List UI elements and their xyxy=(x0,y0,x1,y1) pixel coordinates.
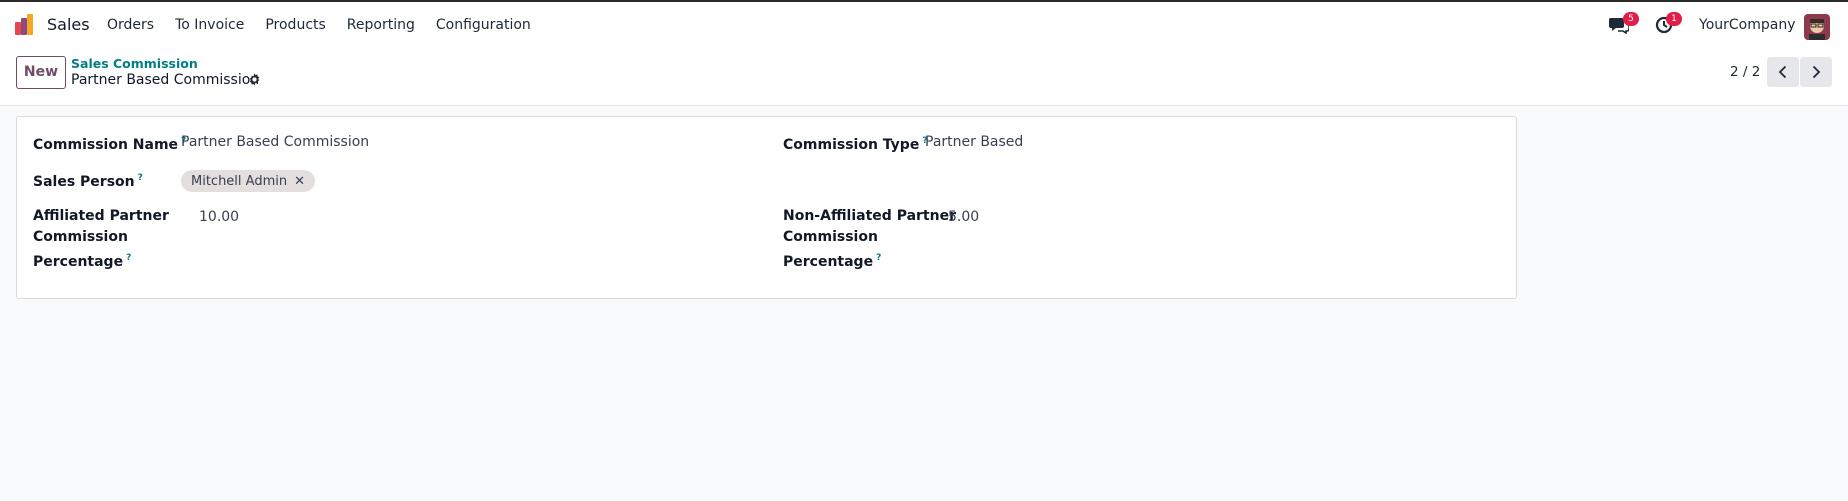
affiliated-commission-field[interactable]: 10.00 xyxy=(199,209,239,225)
new-button[interactable]: New xyxy=(16,56,66,89)
control-panel: New Sales Commission Partner Based Commi… xyxy=(0,48,1848,106)
main-menu: Orders To Invoice Products Reporting Con… xyxy=(107,17,552,33)
pager-value[interactable]: 2 / 2 xyxy=(1730,64,1760,80)
pager-next-button[interactable] xyxy=(1800,57,1832,87)
help-icon[interactable]: ? xyxy=(126,253,131,263)
top-navbar: Sales Orders To Invoice Products Reporti… xyxy=(0,2,1848,48)
form-sheet: Commission Name? Partner Based Commissio… xyxy=(16,116,1517,299)
breadcrumb-current-record: Partner Based Commission xyxy=(71,72,260,88)
sales-app-icon[interactable] xyxy=(14,13,38,37)
commission-type-label: Commission Type? xyxy=(783,136,928,153)
menu-products[interactable]: Products xyxy=(265,17,325,33)
menu-configuration[interactable]: Configuration xyxy=(436,17,531,33)
commission-name-field[interactable]: Partner Based Commission xyxy=(181,134,369,150)
app-name[interactable]: Sales xyxy=(47,15,90,34)
non-affiliated-commission-field[interactable]: 5.00 xyxy=(948,209,979,225)
chevron-right-icon xyxy=(1812,65,1821,79)
sales-person-label: Sales Person? xyxy=(33,173,143,190)
help-icon[interactable]: ? xyxy=(876,253,881,263)
remove-tag-icon[interactable]: ✕ xyxy=(294,174,305,189)
menu-to-invoice[interactable]: To Invoice xyxy=(175,17,244,33)
menu-orders[interactable]: Orders xyxy=(107,17,154,33)
help-icon[interactable]: ? xyxy=(138,173,143,183)
messages-badge: 5 xyxy=(1623,12,1639,26)
breadcrumb-sales-commission[interactable]: Sales Commission xyxy=(71,56,198,71)
user-avatar[interactable] xyxy=(1804,14,1830,40)
menu-reporting[interactable]: Reporting xyxy=(347,17,415,33)
non-affiliated-commission-label: Non-Affiliated Partner Commission Percen… xyxy=(783,208,956,270)
sales-person-tag-label: Mitchell Admin xyxy=(191,173,288,189)
commission-type-field[interactable]: Partner Based xyxy=(925,134,1023,150)
company-switcher[interactable]: YourCompany xyxy=(1699,17,1796,33)
gear-icon[interactable] xyxy=(248,73,261,86)
affiliated-commission-label: Affiliated Partner Commission Percentage… xyxy=(33,208,169,270)
pager-previous-button[interactable] xyxy=(1767,57,1799,87)
activity-badge: 1 xyxy=(1666,12,1682,26)
commission-name-label: Commission Name? xyxy=(33,136,187,153)
sales-person-tag[interactable]: Mitchell Admin ✕ xyxy=(181,170,316,192)
chevron-left-icon xyxy=(1778,65,1787,79)
